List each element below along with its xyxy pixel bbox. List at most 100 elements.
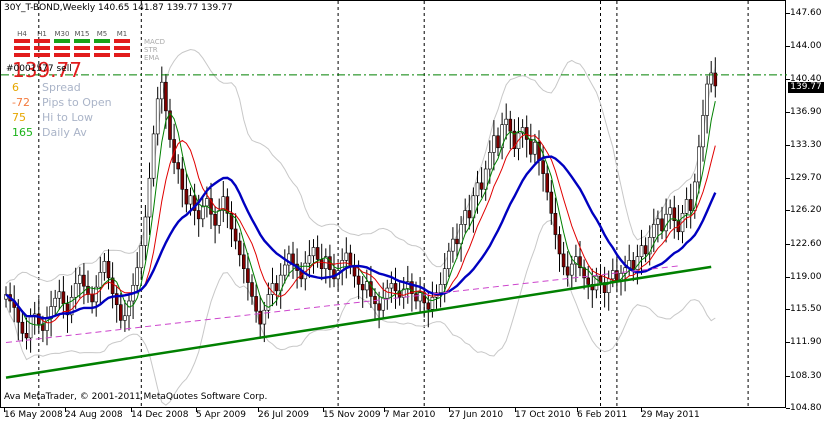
candle (94, 275, 98, 317)
candle-body (553, 213, 558, 235)
candle (82, 263, 86, 305)
candle-body (463, 210, 468, 225)
candle (307, 240, 312, 278)
price-label: 147.60 (790, 7, 822, 18)
candle-body (102, 261, 107, 273)
candle (90, 286, 94, 314)
signal-bar (74, 39, 90, 43)
info-label: Pips to Open (42, 96, 112, 109)
candle-body (697, 146, 701, 183)
candle-body (459, 224, 463, 245)
signal-bar (74, 53, 90, 57)
candle-body (475, 182, 480, 197)
candle (598, 264, 603, 295)
time-label: 29 May 2011 (641, 410, 700, 420)
candle (180, 157, 185, 208)
candle-body (61, 291, 66, 305)
candle-body (196, 210, 201, 220)
candle (278, 263, 283, 309)
candle-body (254, 296, 258, 312)
candle (201, 197, 205, 228)
candle (553, 197, 558, 250)
candle (45, 306, 49, 346)
time-scale[interactable]: 16 May 2008 24 Aug 2008 14 Dec 2008 5 Apr 2… (0, 408, 828, 426)
info-label: Daily Av (42, 126, 87, 139)
indicator-label: EMA (144, 54, 160, 62)
candle-body (451, 238, 455, 252)
candle (332, 253, 336, 288)
price-label: 129.70 (790, 173, 822, 184)
candle (438, 272, 443, 308)
candle (225, 188, 230, 229)
copyright-footer: Ava MetaTrader, © 2001-2011 MetaQuotes S… (4, 392, 268, 402)
indicator-label: STR (144, 46, 158, 54)
candle-body (442, 268, 447, 285)
price-scale[interactable]: 147.60 144.00 140.40 136.90 133.30 129.70 126.… (786, 0, 828, 413)
time-label: 24 Aug 2008 (65, 410, 123, 420)
candle (582, 259, 586, 290)
account-label: #0001577 sell (6, 64, 72, 74)
time-label: 7 Mar 2010 (384, 410, 436, 420)
price-chart-area[interactable] (0, 0, 787, 409)
candle (102, 253, 107, 281)
candle-body (123, 315, 127, 321)
candle (569, 255, 574, 290)
candle-body (487, 152, 492, 170)
candle-body (701, 115, 705, 148)
candle-body (188, 195, 193, 205)
candle (528, 123, 533, 163)
candle-body (385, 287, 390, 299)
candle (664, 198, 668, 243)
candle (352, 253, 357, 288)
chart-window[interactable]: 30Y_T-BOND,Weekly 140.65 141.87 139.77 1… (0, 0, 828, 426)
candle (168, 98, 172, 148)
candle (229, 201, 234, 247)
time-label: 6 Feb 2011 (577, 410, 628, 420)
signal-bar (14, 46, 30, 50)
candle-body (504, 118, 509, 125)
signal-bar (94, 53, 110, 57)
signal-bar (34, 46, 50, 50)
candle (114, 285, 119, 323)
candle (451, 227, 455, 263)
price-label: 108.30 (790, 370, 822, 381)
candle-body (635, 256, 640, 270)
candle (504, 103, 509, 140)
candle-body (393, 283, 398, 292)
price-label: 122.60 (790, 238, 822, 249)
candle-body (631, 260, 636, 270)
candle (463, 198, 468, 233)
candle (446, 242, 451, 277)
price-label: 115.50 (790, 304, 822, 315)
price-label: 136.90 (790, 106, 822, 117)
info-label: Hi to Low (42, 111, 94, 124)
price-label: 119.00 (790, 271, 822, 282)
candle-body (660, 218, 664, 232)
timeframe-label: M1 (116, 30, 128, 38)
candle-body (246, 268, 250, 283)
candle-body (492, 135, 496, 153)
candle-body (426, 302, 431, 310)
candlestick-chart[interactable] (1, 1, 787, 409)
candle-body (315, 247, 320, 260)
candle-body (24, 333, 29, 339)
info-row: -72 Pips to Open (12, 95, 112, 110)
time-label: 16 May 2008 (4, 410, 63, 420)
candle (131, 273, 135, 319)
candle-body (615, 270, 619, 281)
candle-body (106, 261, 111, 279)
signal-bar (54, 53, 70, 57)
candle (151, 125, 156, 187)
candle (701, 99, 705, 162)
candle-body (467, 210, 472, 219)
candle-body (610, 270, 615, 280)
candle-body (455, 238, 459, 245)
timeframe-label: M5 (96, 30, 108, 38)
candle-body (414, 293, 418, 302)
candle (713, 57, 718, 98)
candle (123, 300, 127, 332)
candle (672, 195, 677, 239)
candle-body (135, 267, 139, 286)
candle-body (430, 297, 435, 310)
candle-body (377, 303, 381, 311)
